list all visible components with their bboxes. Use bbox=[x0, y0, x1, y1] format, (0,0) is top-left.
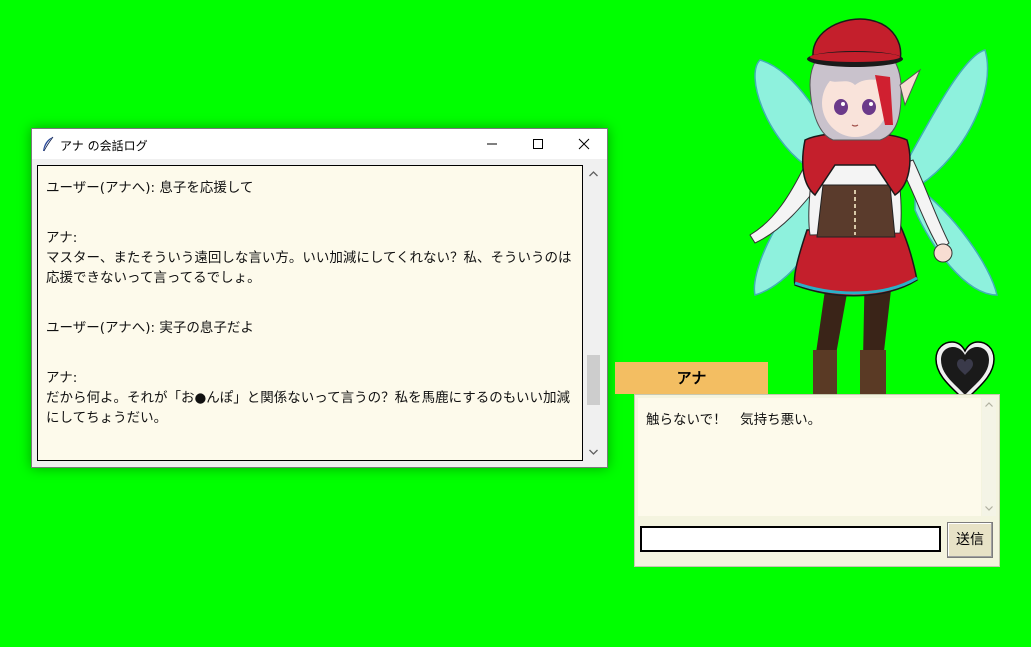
conversation-log-window[interactable]: アナ の会話ログ ユーザー(アナへ): 息子を応援して アナ: マスター、またそ… bbox=[31, 128, 608, 468]
log-entry-user: ユーザー(アナへ): 息子を応援して bbox=[46, 180, 254, 196]
character-message: 触らないで！ 気持ち悪い。 bbox=[638, 398, 981, 516]
log-entry-ana: アナ: だから何よ。それが「お●んぽ」と関係ないって言うの？私を馬鹿にするのもい… bbox=[46, 370, 570, 426]
minimize-button[interactable] bbox=[469, 129, 515, 159]
feather-icon bbox=[43, 136, 54, 152]
character-name-tag: アナ bbox=[615, 362, 768, 394]
maximize-button[interactable] bbox=[515, 129, 561, 159]
chat-scrollbar[interactable] bbox=[982, 398, 996, 516]
scroll-down-arrow-icon[interactable] bbox=[985, 506, 993, 511]
scroll-up-arrow-icon[interactable] bbox=[985, 402, 993, 407]
title-bar[interactable]: アナ の会話ログ bbox=[32, 129, 607, 159]
close-icon bbox=[578, 138, 590, 150]
fairy-girl-portrait bbox=[749, 18, 998, 395]
scroll-up-arrow-icon[interactable] bbox=[589, 171, 598, 177]
message-input[interactable] bbox=[640, 526, 941, 552]
scrollbar-thumb[interactable] bbox=[587, 355, 600, 405]
minimize-icon bbox=[487, 143, 497, 145]
log-scrollbar[interactable] bbox=[585, 165, 602, 461]
log-entry-user: ユーザー(アナへ): 実子の息子だよ bbox=[46, 320, 254, 336]
window-title: アナ の会話ログ bbox=[60, 139, 148, 153]
maximize-icon bbox=[533, 139, 543, 149]
scroll-down-arrow-icon[interactable] bbox=[589, 449, 598, 455]
close-button[interactable] bbox=[561, 129, 607, 159]
log-entry-ana: アナ: マスター、またそういう遠回しな言い方。いい加減にしてくれない？私、そうい… bbox=[46, 230, 572, 286]
log-text-area[interactable]: ユーザー(アナへ): 息子を応援して アナ: マスター、またそういう遠回しな言い… bbox=[37, 165, 583, 461]
send-button[interactable]: 送信 bbox=[947, 522, 993, 558]
chat-panel: 触らないで！ 気持ち悪い。 送信 bbox=[634, 394, 1000, 567]
